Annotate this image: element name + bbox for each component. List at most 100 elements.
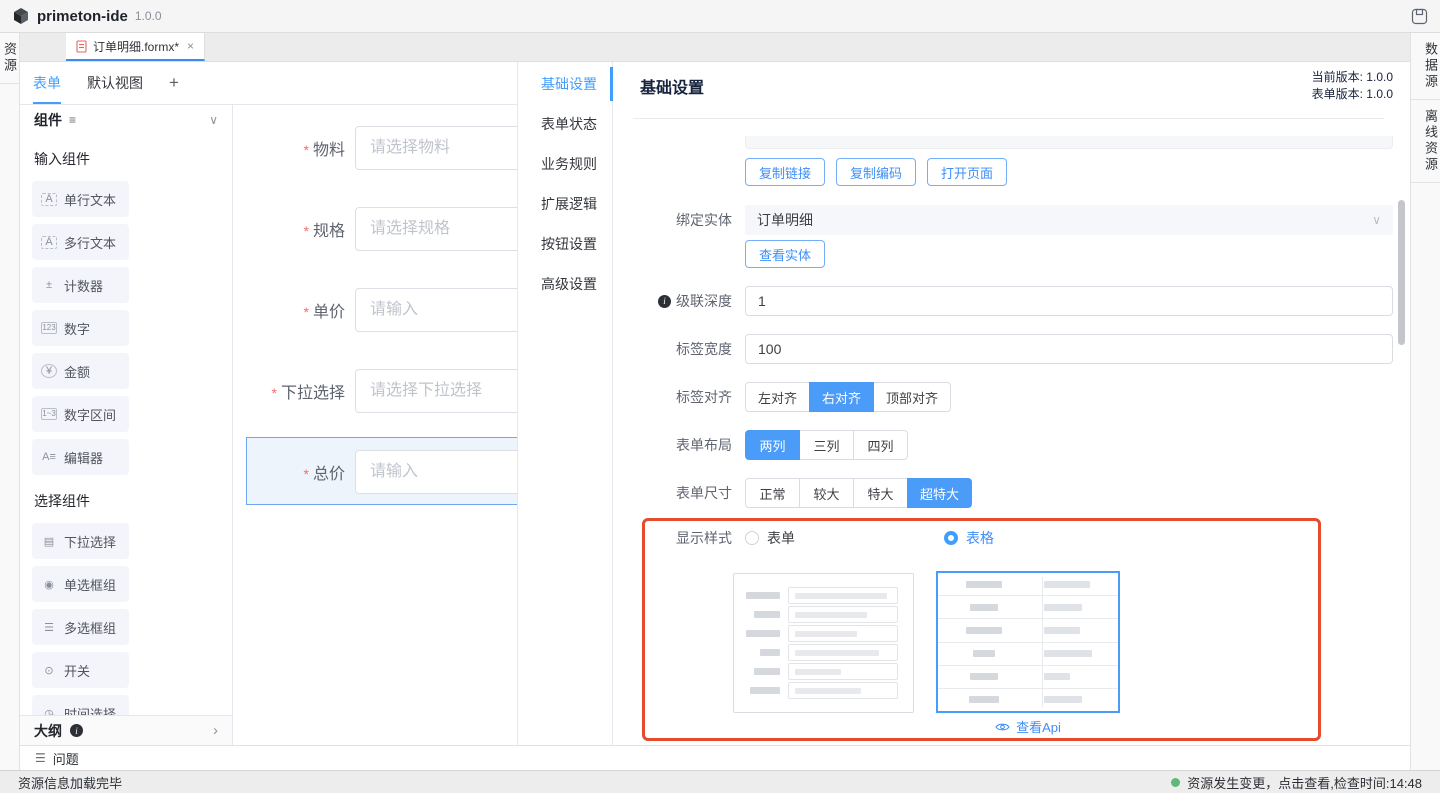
display-style-form-option[interactable]: 表单 xyxy=(745,528,795,548)
palette-item-label: 单选框组 xyxy=(64,575,116,594)
link-buttons-row: 复制链接 复制编码 打开页面 xyxy=(626,158,1406,186)
material-input[interactable] xyxy=(355,126,517,170)
palette-item-switch[interactable]: ⊙开关 xyxy=(32,652,129,688)
document-tab[interactable]: 订单明细.formx* × xyxy=(66,33,205,61)
align-top-button[interactable]: 顶部对齐 xyxy=(873,382,951,412)
label-width-row: 标签宽度 xyxy=(626,334,1406,364)
palette-item-label: 编辑器 xyxy=(64,448,103,467)
multi-line-text-icon: A xyxy=(41,236,57,249)
table-style-preview[interactable] xyxy=(936,571,1120,713)
palette-header: 组件 ≡ ∨ xyxy=(20,105,232,135)
version-info: 当前版本: 1.0.0 表单版本: 1.0.0 xyxy=(1312,69,1393,103)
radio-unselected-icon[interactable] xyxy=(745,531,759,545)
label-align-group: 左对齐 右对齐 顶部对齐 xyxy=(745,382,951,412)
size-xxlarge-button[interactable]: 超特大 xyxy=(907,478,972,508)
palette-item-label: 数字 xyxy=(64,319,90,338)
form-style-preview[interactable] xyxy=(733,573,914,713)
size-xlarge-button[interactable]: 特大 xyxy=(853,478,908,508)
settings-nav-extension-logic[interactable]: 扩展逻辑 xyxy=(518,184,612,224)
palette-item-counter[interactable]: ±计数器 xyxy=(32,267,129,303)
field-label-text: 单价 xyxy=(313,304,345,321)
outline-bar[interactable]: 大纲 › xyxy=(20,715,232,745)
preview-column-divider xyxy=(1042,577,1043,707)
cascade-depth-input[interactable] xyxy=(745,286,1393,316)
size-normal-button[interactable]: 正常 xyxy=(745,478,800,508)
spec-input[interactable] xyxy=(355,207,517,251)
palette-item-number[interactable]: 123数字 xyxy=(32,310,129,346)
chevron-right-icon[interactable]: › xyxy=(213,722,218,739)
sidebar-item-offline-resources[interactable]: 离线资源 xyxy=(1411,109,1440,173)
right-panel-strip: 数据源 离线资源 xyxy=(1410,33,1440,770)
settings-nav-button-settings[interactable]: 按钮设置 xyxy=(518,224,612,264)
palette-item-dropdown[interactable]: ▤下拉选择 xyxy=(32,523,129,559)
problems-label: 问题 xyxy=(53,749,79,768)
palette-item-single-line-text[interactable]: A单行文本 xyxy=(32,181,129,217)
palette-item-radio-group[interactable]: ◉单选框组 xyxy=(32,566,129,602)
palette-item-time-picker[interactable]: ◷时间选择 xyxy=(32,695,129,715)
palette-item-editor[interactable]: A≡ 编辑器 xyxy=(32,439,129,475)
bind-entity-select[interactable]: 订单明细 ∨ xyxy=(745,205,1393,235)
two-column-button[interactable]: 两列 xyxy=(745,430,800,460)
display-style-label: 显示样式 xyxy=(626,528,745,548)
three-column-button[interactable]: 三列 xyxy=(799,430,854,460)
open-page-button[interactable]: 打开页面 xyxy=(927,158,1007,186)
field-label-text: 物料 xyxy=(313,142,345,159)
canvas-field-total-price[interactable]: *总价 xyxy=(233,450,517,494)
display-style-table-option[interactable]: 表格 xyxy=(944,528,994,548)
settings-nav-business-rules[interactable]: 业务规则 xyxy=(518,144,612,184)
size-large-button[interactable]: 较大 xyxy=(799,478,854,508)
field-label-text: 规格 xyxy=(313,223,345,240)
palette-item-label: 计数器 xyxy=(64,276,103,295)
required-mark: * xyxy=(304,466,309,482)
label-width-input[interactable] xyxy=(745,334,1393,364)
label-width-label: 标签宽度 xyxy=(626,339,745,359)
palette-item-label: 金额 xyxy=(64,362,90,381)
editor-icon: A≡ xyxy=(41,451,57,463)
menu-icon[interactable]: ≡ xyxy=(69,113,76,127)
form-size-label: 表单尺寸 xyxy=(626,483,745,503)
copy-code-button[interactable]: 复制编码 xyxy=(836,158,916,186)
scrollbar-thumb[interactable] xyxy=(1398,200,1405,345)
palette-item-checkbox-group[interactable]: ☰多选框组 xyxy=(32,609,129,645)
total-price-input[interactable] xyxy=(355,450,517,494)
canvas-field-spec[interactable]: *规格 xyxy=(233,207,517,251)
align-right-button[interactable]: 右对齐 xyxy=(809,382,874,412)
display-style-row: 显示样式 表单 表格 xyxy=(626,528,1406,548)
copy-link-button[interactable]: 复制链接 xyxy=(745,158,825,186)
four-column-button[interactable]: 四列 xyxy=(853,430,908,460)
canvas-field-dropdown[interactable]: *下拉选择 xyxy=(233,369,517,413)
chevron-down-icon[interactable]: ∨ xyxy=(209,113,218,127)
divider xyxy=(0,83,19,84)
sidebar-item-datasource[interactable]: 数据源 xyxy=(1411,42,1440,90)
palette-item-amount[interactable]: ¥金额 xyxy=(32,353,129,389)
palette-item-number-range[interactable]: 1~3数字区间 xyxy=(32,396,129,432)
field-label-text: 下拉选择 xyxy=(281,385,345,402)
add-view-button[interactable]: + xyxy=(169,62,179,104)
palette-section-title: 输入组件 xyxy=(34,149,220,169)
tab-default-view[interactable]: 默认视图 xyxy=(87,62,143,104)
save-icon[interactable] xyxy=(1411,8,1428,25)
status-right[interactable]: 资源发生变更，点击查看,检查时间:14:48 xyxy=(1171,773,1422,792)
palette-grid-input: A单行文本 A多行文本 ±计数器 123数字 ¥金额 1~3数字区间 A≡ 编辑器 xyxy=(32,181,220,475)
component-palette: 组件 ≡ ∨ 输入组件 A单行文本 A多行文本 ±计数器 123数字 ¥金额 1… xyxy=(20,105,233,745)
field-label-text: 总价 xyxy=(313,466,345,483)
divider xyxy=(633,118,1384,119)
sidebar-item-resources[interactable]: 资源 xyxy=(0,42,19,74)
align-left-button[interactable]: 左对齐 xyxy=(745,382,810,412)
settings-nav-basic[interactable]: 基础设置 xyxy=(518,64,612,104)
dropdown-input[interactable] xyxy=(355,369,517,413)
settings-nav-advanced[interactable]: 高级设置 xyxy=(518,264,612,304)
left-resource-strip: 资源 xyxy=(0,33,20,770)
form-size-row: 表单尺寸 正常 较大 特大 超特大 xyxy=(626,478,1406,508)
canvas-field-material[interactable]: *物料 xyxy=(233,126,517,170)
close-icon[interactable]: × xyxy=(187,39,194,53)
palette-item-multi-line-text[interactable]: A多行文本 xyxy=(32,224,129,260)
view-api-link[interactable]: 查看Api xyxy=(936,717,1120,736)
settings-nav-form-state[interactable]: 表单状态 xyxy=(518,104,612,144)
view-entity-button[interactable]: 查看实体 xyxy=(745,240,825,268)
radio-selected-icon[interactable] xyxy=(944,531,958,545)
canvas-field-unit-price[interactable]: *单价 xyxy=(233,288,517,332)
tab-form[interactable]: 表单 xyxy=(33,62,61,104)
problems-bar[interactable]: ☰ 问题 xyxy=(20,745,1410,770)
unit-price-input[interactable] xyxy=(355,288,517,332)
